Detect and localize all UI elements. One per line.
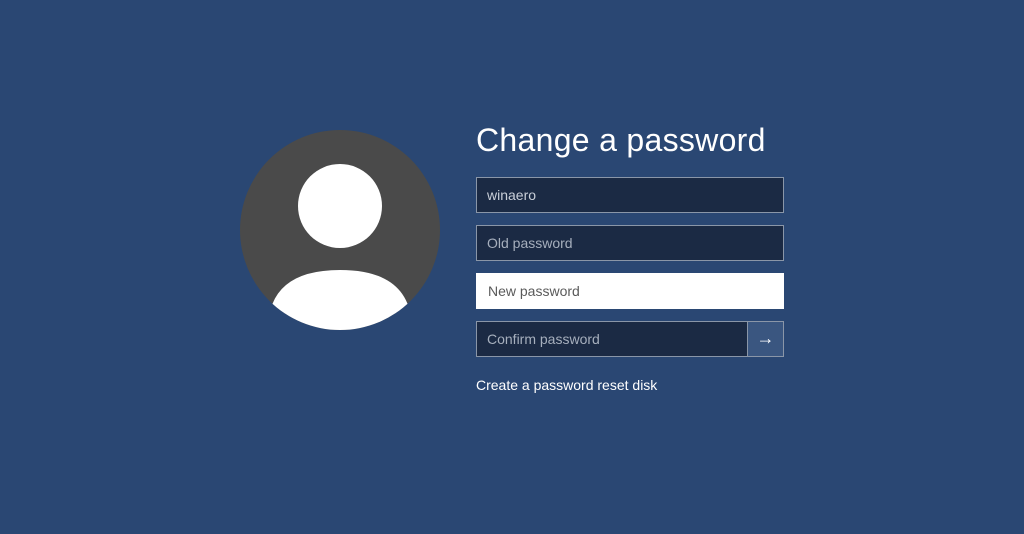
person-icon bbox=[240, 130, 440, 330]
old-password-field[interactable] bbox=[476, 225, 784, 261]
new-password-field[interactable] bbox=[476, 273, 784, 309]
submit-button[interactable]: → bbox=[748, 321, 784, 357]
page-title: Change a password bbox=[476, 122, 784, 159]
password-form: Change a password → Create a password re… bbox=[476, 122, 784, 393]
confirm-password-field[interactable] bbox=[476, 321, 748, 357]
username-field[interactable] bbox=[476, 177, 784, 213]
user-avatar bbox=[240, 130, 440, 330]
confirm-row: → bbox=[476, 321, 784, 357]
reset-disk-link[interactable]: Create a password reset disk bbox=[476, 377, 784, 393]
arrow-right-icon: → bbox=[757, 328, 775, 349]
change-password-panel: Change a password → Create a password re… bbox=[240, 122, 784, 393]
